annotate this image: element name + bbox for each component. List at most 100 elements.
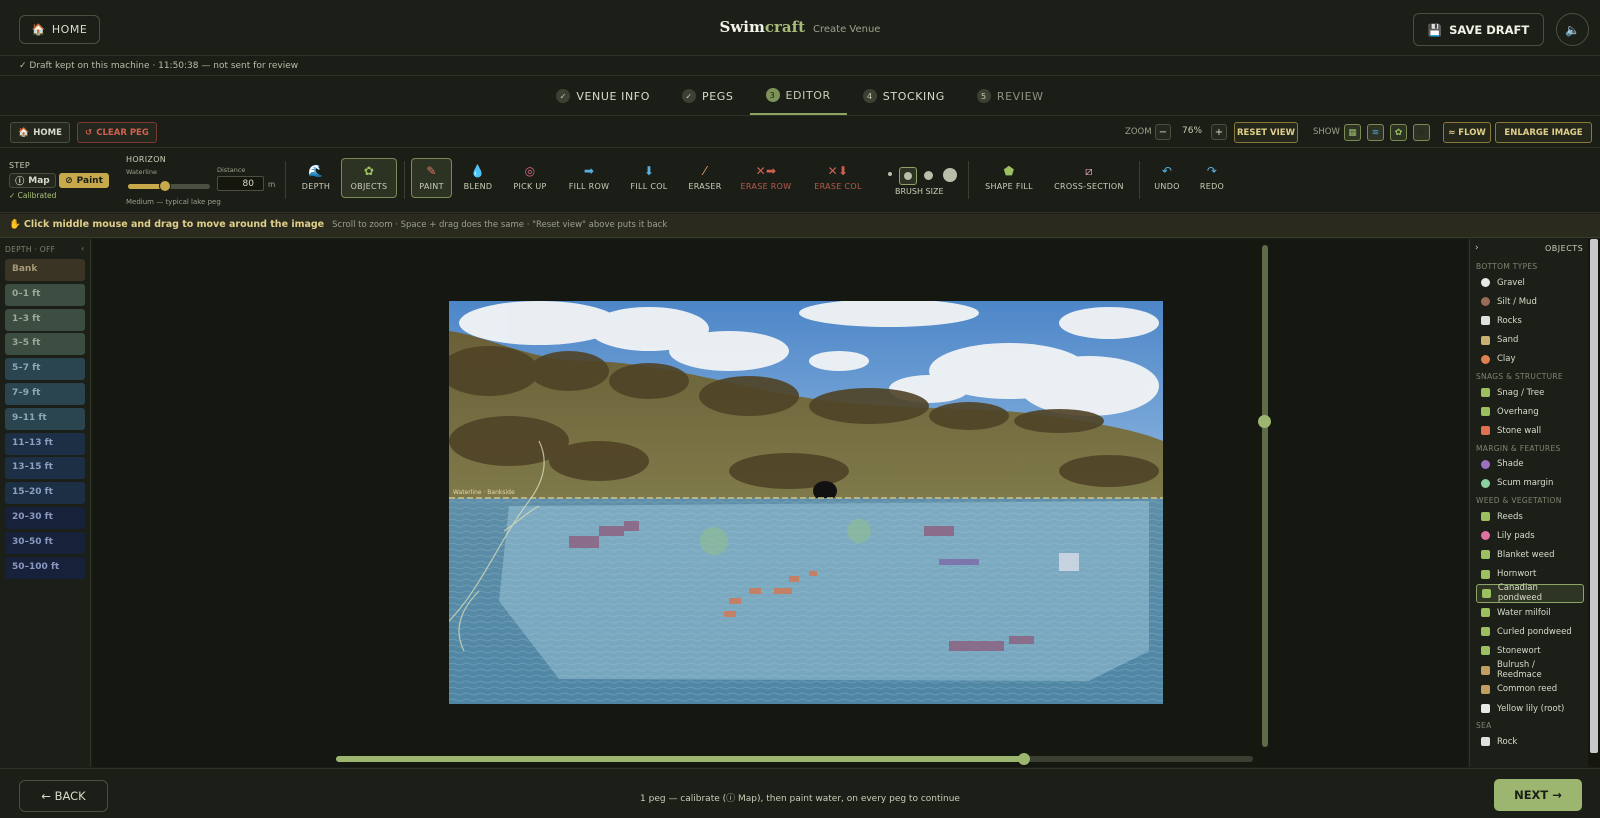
object-item-label: Scum margin (1497, 478, 1554, 489)
object-item[interactable]: Snag / Tree (1476, 383, 1582, 402)
clay-icon (1481, 354, 1490, 364)
horizontal-pan-handle[interactable] (1017, 753, 1030, 765)
depth-item[interactable]: 1–3 ft (5, 308, 85, 331)
object-item[interactable]: Lily pads (1476, 526, 1582, 545)
objects-scrollbar-thumb[interactable] (1590, 239, 1598, 753)
object-item[interactable]: Canadian pondweed (1476, 583, 1584, 604)
objects-tool-button[interactable]: ✿ OBJECTS (341, 158, 397, 198)
paint-mode-button[interactable]: ⊘ Paint (59, 173, 109, 188)
step-stocking[interactable]: 4 STOCKING (847, 77, 961, 115)
distance-input[interactable] (217, 176, 264, 191)
depth-item[interactable]: 50–100 ft (5, 556, 85, 579)
save-draft-button[interactable]: 💾 SAVE DRAFT (1413, 13, 1544, 46)
object-item-label: Silt / Mud (1497, 296, 1537, 307)
vertical-pan-handle[interactable] (1258, 414, 1271, 428)
fill-col-tool-button[interactable]: ⬇ FILL COL (624, 158, 674, 198)
depth-item[interactable]: 3–5 ft (5, 333, 85, 356)
cross-section-tool-button[interactable]: ⧄ CROSS-SECTION (1048, 158, 1130, 198)
show-depth-toggle[interactable]: ≋ (1367, 124, 1384, 141)
object-item[interactable]: Clay (1476, 350, 1582, 369)
waterline-slider-handle[interactable] (158, 180, 171, 192)
depth-item[interactable]: 7–9 ft (5, 383, 85, 405)
waterline-label: Waterline (126, 168, 157, 176)
redo-button[interactable]: ↷ REDO (1194, 158, 1230, 198)
brush-size-medium[interactable] (899, 167, 917, 185)
depth-item[interactable]: 15–20 ft (5, 482, 85, 505)
step-editor[interactable]: 3 EDITOR (749, 77, 847, 115)
object-item[interactable]: Sand (1476, 331, 1582, 350)
object-item[interactable]: Rock (1476, 732, 1582, 751)
depth-item[interactable]: 30–50 ft (5, 531, 85, 554)
peg-photo[interactable]: Waterline · Bankside (449, 301, 1163, 704)
pentagon-icon: ⬟ (1003, 164, 1015, 178)
show-grid-toggle[interactable]: ▦ (1344, 124, 1361, 141)
page-subtitle: Create Venue (813, 24, 881, 35)
brush-size-small[interactable] (888, 172, 892, 176)
object-item[interactable]: Common reed (1476, 680, 1582, 699)
step-pegs[interactable]: ✓ PEGS (666, 77, 750, 115)
object-item[interactable]: Gravel (1476, 273, 1582, 292)
save-icon: 💾 (1427, 22, 1443, 37)
hand-icon: ✋ (9, 219, 21, 230)
zoom-in-button[interactable]: + (1211, 124, 1227, 140)
object-item[interactable]: Overhang (1476, 402, 1582, 421)
map-mode-button[interactable]: ⓘ Map (9, 173, 56, 188)
depth-item[interactable]: 0–1 ft (5, 283, 85, 306)
object-item[interactable]: Water milfoil (1476, 603, 1582, 622)
view-toolbar: 🏠 HOME ↺ CLEAR PEG ZOOM − 76% + RESET VIEW… (0, 117, 1600, 148)
depth-item[interactable]: 13–15 ft (5, 457, 85, 480)
collapse-icon[interactable]: › (1475, 243, 1479, 253)
paint-tool-button[interactable]: ✎ PAINT (411, 158, 452, 198)
erase-col-icon: ✕⬇ (827, 164, 849, 178)
erase-col-tool-button[interactable]: ✕⬇ ERASE COL (807, 158, 869, 198)
object-item[interactable]: Stone wall (1476, 421, 1582, 440)
object-item-label: Yellow lily (root) (1497, 703, 1565, 714)
object-item[interactable]: Silt / Mud (1476, 292, 1582, 311)
object-item[interactable]: Reeds (1476, 507, 1582, 526)
collapse-icon[interactable]: ‹ (81, 244, 84, 253)
eraser-tool-button[interactable]: ⁄ ERASER (682, 158, 728, 198)
step-venue-info[interactable]: ✓ VENUE INFO (540, 77, 666, 115)
home-small-button[interactable]: 🏠 HOME (10, 122, 70, 143)
object-item[interactable]: Bulrush / Reedmace (1476, 660, 1582, 680)
fill-row-tool-button[interactable]: ➡ FILL ROW (562, 158, 616, 198)
zoom-out-button[interactable]: − (1155, 124, 1171, 140)
overhang-icon (1481, 407, 1490, 417)
object-item-label: Canadian pondweed (1497, 583, 1542, 604)
object-item[interactable]: Stonewort (1476, 641, 1582, 660)
depth-item[interactable]: 11–13 ft (5, 432, 85, 455)
sound-toggle-button[interactable]: 🔈 (1556, 13, 1589, 46)
depth-item[interactable]: 20–30 ft (5, 507, 85, 529)
brush-dot-icon (904, 172, 912, 180)
vertical-pan-slider[interactable] (1262, 245, 1268, 747)
shape-fill-tool-button[interactable]: ⬟ SHAPE FILL (979, 158, 1039, 198)
brush-size-large[interactable] (924, 171, 933, 180)
object-item[interactable]: Yellow lily (root) (1476, 699, 1582, 718)
enlarge-image-button[interactable]: ENLARGE IMAGE (1495, 122, 1592, 143)
object-item[interactable]: Scum margin (1476, 474, 1582, 493)
arrow-right-icon: ➡ (583, 164, 595, 178)
object-item[interactable]: Curled pondweed (1476, 622, 1582, 641)
flow-button[interactable]: ≈ FLOW (1443, 122, 1491, 143)
next-button[interactable]: NEXT → (1494, 779, 1582, 811)
erase-row-tool-button[interactable]: ✕➡ ERASE ROW (736, 158, 796, 198)
depth-item[interactable]: Bank (5, 259, 85, 281)
show-markers-toggle[interactable]: ● (1413, 124, 1430, 141)
depth-item[interactable]: 9–11 ft (5, 407, 85, 430)
pick-up-tool-button[interactable]: ◎ PICK UP (506, 158, 554, 198)
object-item[interactable]: Hornwort (1476, 565, 1582, 584)
info-icon: ⓘ (15, 177, 25, 187)
clear-peg-button[interactable]: ↺ CLEAR PEG (77, 122, 157, 143)
show-objects-toggle[interactable]: ✿ (1390, 124, 1407, 141)
reset-view-button[interactable]: RESET VIEW (1234, 122, 1298, 143)
object-item[interactable]: Rocks (1476, 311, 1582, 330)
brush-size-xlarge[interactable] (943, 168, 957, 182)
depth-tool-button[interactable]: 🌊 DEPTH (293, 158, 339, 198)
step-review[interactable]: 5 REVIEW (961, 77, 1060, 115)
object-item[interactable]: Blanket weed (1476, 545, 1582, 564)
hornwort-icon (1481, 569, 1490, 579)
undo-button[interactable]: ↶ UNDO (1149, 158, 1185, 198)
object-item[interactable]: Shade (1476, 455, 1582, 474)
blend-tool-button[interactable]: 💧 BLEND (456, 158, 500, 198)
depth-item[interactable]: 5–7 ft (5, 358, 85, 381)
